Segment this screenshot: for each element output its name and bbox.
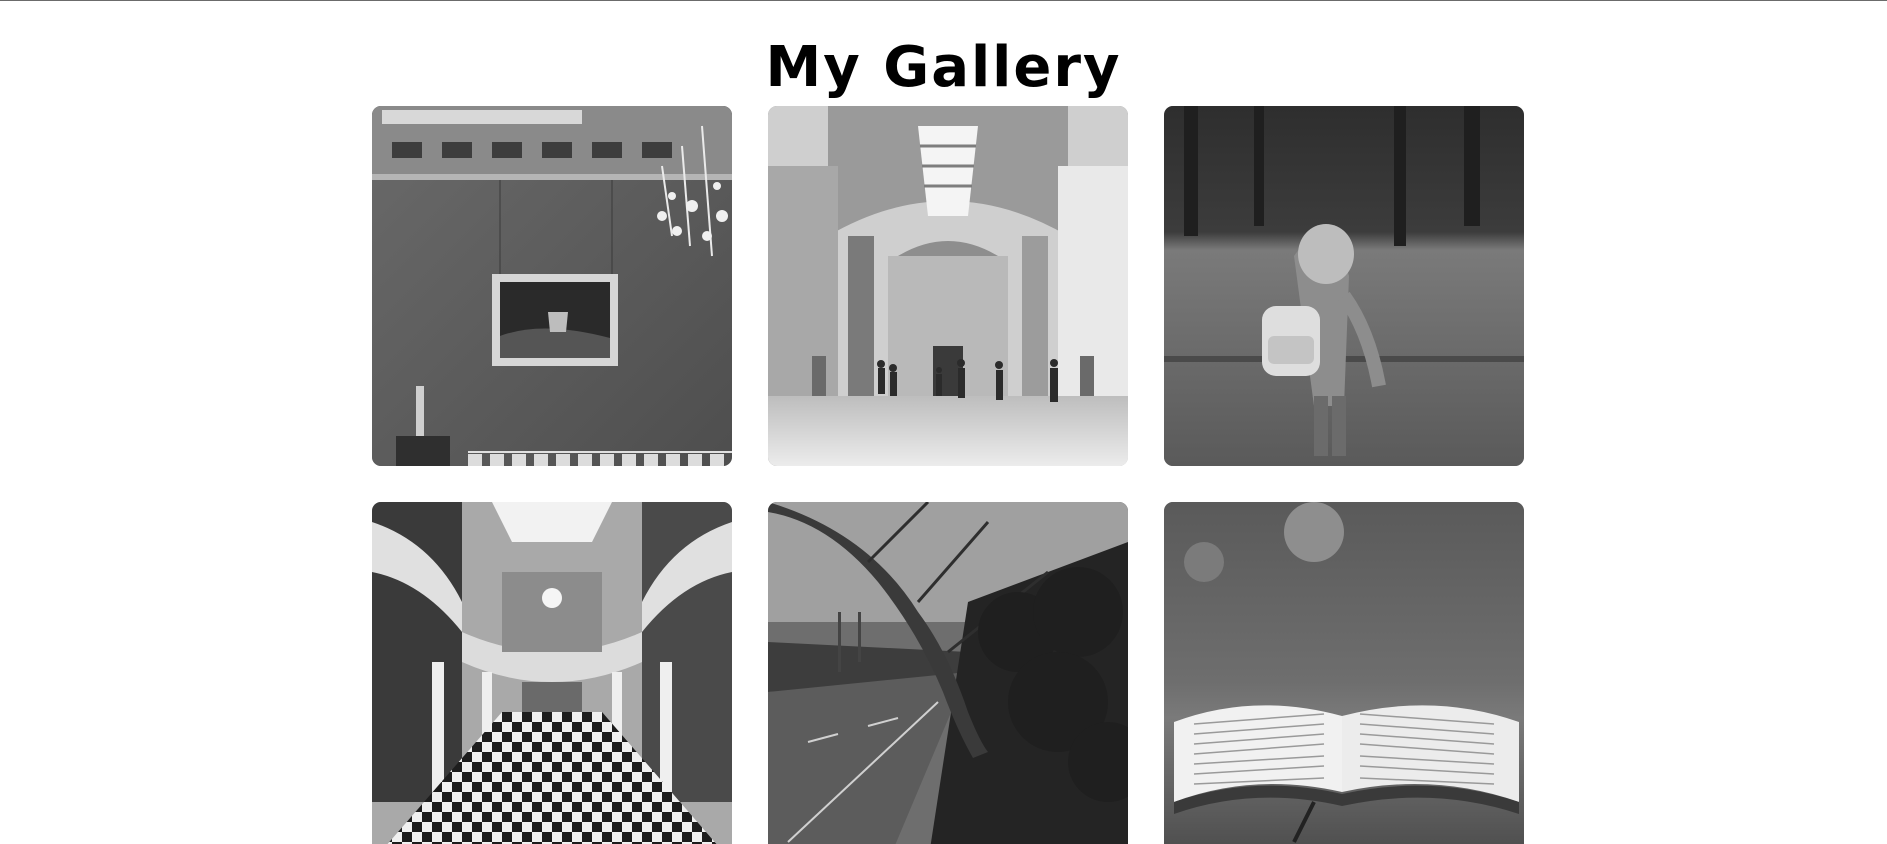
open-book-image	[1164, 502, 1524, 844]
museum-painting-image	[372, 106, 732, 466]
gallery-photo-atrium[interactable]	[372, 502, 732, 844]
gallery-photo-child-backpack[interactable]	[1164, 106, 1524, 466]
atrium-image	[372, 502, 732, 844]
child-backpack-image	[1164, 106, 1524, 466]
page-title: My Gallery	[765, 34, 1122, 100]
museum-hall-image	[768, 106, 1128, 466]
gallery-photo-tree-road[interactable]	[768, 502, 1128, 844]
gallery-photo-museum-hall[interactable]	[768, 106, 1128, 466]
top-border	[0, 0, 1887, 1]
gallery-photo-open-book[interactable]	[1164, 502, 1524, 844]
gallery-photo-museum-painting[interactable]	[372, 106, 732, 466]
photo-gallery-grid	[372, 106, 1525, 844]
tree-road-image	[768, 502, 1128, 844]
